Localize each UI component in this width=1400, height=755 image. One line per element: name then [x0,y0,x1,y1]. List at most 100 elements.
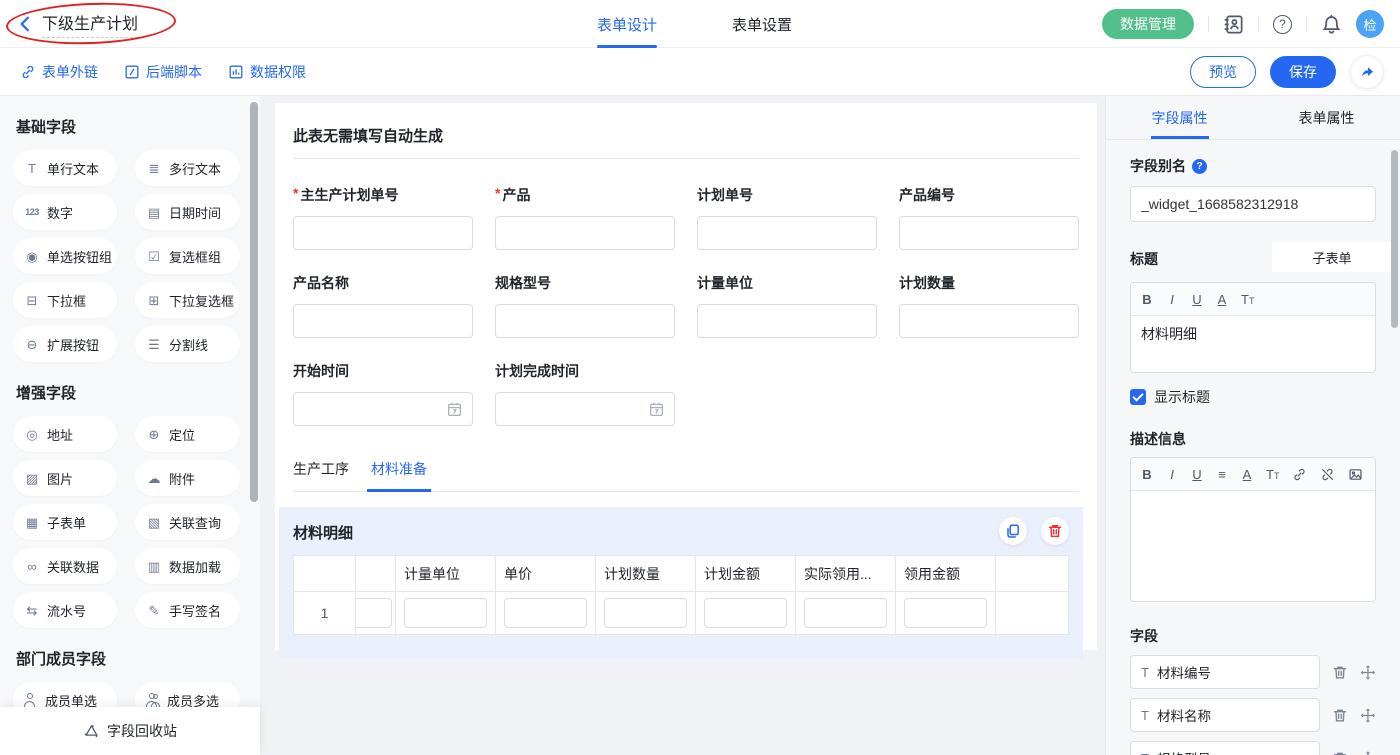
field-type-linked-data[interactable]: ∞关联数据 [13,548,117,584]
title-editor-content[interactable]: 材料明细 [1131,316,1375,372]
cell-input[interactable] [356,598,392,628]
field-type-data-load[interactable]: ▥数据加载 [135,548,240,584]
field-start-time[interactable]: 开始时间 [293,361,473,426]
delete-field-button[interactable] [1332,664,1348,681]
user-avatar[interactable]: 检 [1356,10,1384,38]
text-input[interactable] [293,216,473,250]
field-type-address[interactable]: ◎地址 [13,416,117,452]
back-icon[interactable] [16,15,34,33]
field-type-datetime[interactable]: ▤日期时间 [135,194,240,230]
form-external-link[interactable]: 表单外链 [20,62,98,82]
font-size-button[interactable]: T [1241,292,1254,307]
field-type-checkbox-group[interactable]: ☑复选框组 [135,238,240,274]
text-input[interactable] [697,216,877,250]
font-size-button[interactable]: T [1266,467,1279,482]
text-input[interactable] [899,304,1079,338]
field-type-signature[interactable]: ✎手写签名 [135,592,240,628]
delete-field-button[interactable] [1332,707,1348,724]
field-type-multi-select[interactable]: ⊞下拉复选框 [135,282,240,318]
date-input[interactable] [293,392,473,426]
tab-material-prepare[interactable]: 材料准备 [371,449,427,491]
backend-script-link[interactable]: 后端脚本 [124,62,202,82]
field-type-serial-number[interactable]: ⇆流水号 [13,592,117,628]
subform-widget-selected[interactable]: 材料明细 计量单位 单价 计划数量 [279,507,1083,659]
tab-production-process[interactable]: 生产工序 [293,449,349,491]
field-master-plan-no[interactable]: *主生产计划单号 [293,185,473,250]
text-input[interactable] [899,216,1079,250]
field-recycle-bin[interactable]: 字段回收站 [0,707,260,755]
data-permission-link[interactable]: 数据权限 [228,62,306,82]
field-type-multi-line-text[interactable]: ≣多行文本 [135,150,240,186]
tab-field-properties[interactable]: 字段属性 [1106,96,1253,139]
share-button[interactable] [1350,55,1384,89]
remove-link-button[interactable] [1320,467,1335,482]
data-manage-button[interactable]: 数据管理 [1102,9,1194,39]
contacts-icon[interactable] [1223,14,1244,35]
field-type-subform[interactable]: ▦子表单 [13,504,117,540]
preview-button[interactable]: 预览 [1190,56,1256,88]
delete-widget-button[interactable] [1041,517,1069,545]
field-plan-no[interactable]: 计划单号 [697,185,877,250]
alias-help-icon[interactable]: ? [1192,159,1207,174]
field-plan-qty[interactable]: 计划数量 [899,273,1079,338]
field-type-extend-button[interactable]: ⊖扩展按钮 [13,326,117,362]
cell-input[interactable] [504,598,587,628]
text-input[interactable] [293,304,473,338]
cell-input[interactable] [804,598,887,628]
bold-button[interactable]: B [1141,467,1153,482]
notification-bell-icon[interactable] [1321,14,1342,35]
text-input[interactable] [495,216,675,250]
subform-field-material-name[interactable]: T 材料名称 [1130,698,1320,732]
subform-field-material-code[interactable]: T 材料编号 [1130,655,1320,689]
field-type-attachment[interactable]: ☁附件 [135,460,240,496]
help-icon[interactable]: ? [1273,15,1292,34]
field-unit[interactable]: 计量单位 [697,273,877,338]
italic-button[interactable]: I [1166,467,1178,482]
field-type-image[interactable]: ▨图片 [13,460,117,496]
subform-field-spec-model[interactable]: T 规格型号 [1130,741,1320,755]
cell-input[interactable] [404,598,487,628]
delete-field-button[interactable] [1332,750,1348,755]
move-field-handle[interactable] [1360,664,1376,681]
italic-button[interactable]: I [1166,292,1178,307]
field-type-number[interactable]: 123数字 [13,194,117,230]
underline-button[interactable]: U [1191,467,1203,482]
field-product-name[interactable]: 产品名称 [293,273,473,338]
underline-button[interactable]: U [1191,292,1203,307]
show-title-checkbox-row[interactable]: 显示标题 [1130,387,1376,407]
field-product-code[interactable]: 产品编号 [899,185,1079,250]
description-editor-content[interactable] [1131,491,1375,601]
insert-link-button[interactable] [1292,467,1307,482]
panel-scrollbar[interactable] [1391,150,1398,328]
field-type-radio-group[interactable]: ◉单选按钮组 [13,238,117,274]
move-field-handle[interactable] [1360,707,1376,724]
tab-form-design[interactable]: 表单设计 [597,0,657,48]
field-type-select[interactable]: ⊟下拉框 [13,282,117,318]
field-plan-finish-time[interactable]: 计划完成时间 [495,361,675,426]
tab-form-properties[interactable]: 表单属性 [1253,96,1400,139]
move-field-handle[interactable] [1360,750,1376,755]
copy-widget-button[interactable] [999,517,1027,545]
cell-input[interactable] [704,598,787,628]
tab-form-settings[interactable]: 表单设置 [732,0,792,48]
bold-button[interactable]: B [1141,292,1153,307]
date-input[interactable] [495,392,675,426]
insert-image-button[interactable] [1348,467,1363,482]
field-type-linked-query[interactable]: ▧关联查询 [135,504,240,540]
cell-input[interactable] [904,598,987,628]
field-alias-input[interactable] [1130,186,1376,222]
field-type-location[interactable]: ⊕定位 [135,416,240,452]
field-spec-model[interactable]: 规格型号 [495,273,675,338]
cell-input[interactable] [604,598,687,628]
font-color-button[interactable]: A [1216,292,1228,307]
save-button[interactable]: 保存 [1270,56,1336,88]
text-input[interactable] [697,304,877,338]
divider-field-title[interactable]: 此表无需填写自动生成 [293,125,1079,146]
field-type-divider[interactable]: ☰分割线 [135,326,240,362]
field-type-single-line-text[interactable]: T单行文本 [13,150,117,186]
field-product[interactable]: *产品 [495,185,675,250]
font-color-button[interactable]: A [1241,467,1253,482]
text-input[interactable] [495,304,675,338]
sidebar-scrollbar[interactable] [250,102,258,502]
form-title[interactable]: 下级生产计划 [42,10,138,38]
